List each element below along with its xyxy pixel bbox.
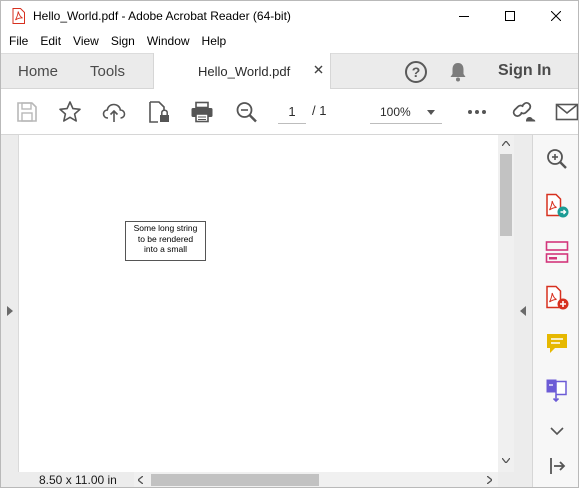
link-icon[interactable] <box>511 100 537 124</box>
close-tab-icon[interactable] <box>314 65 323 74</box>
organize-pages-icon[interactable] <box>544 239 570 265</box>
scroll-down-icon[interactable] <box>502 458 510 463</box>
sign-in-button[interactable]: Sign In <box>498 62 551 80</box>
window-title: Hello_World.pdf - Adobe Acrobat Reader (… <box>33 9 291 23</box>
lock-file-icon[interactable] <box>146 100 172 124</box>
maximize-icon <box>505 11 515 21</box>
page-total: / 1 <box>312 103 327 118</box>
tab-home[interactable]: Home <box>18 54 58 89</box>
zoom-select[interactable]: 100% <box>370 100 442 124</box>
expand-left-panel-icon[interactable] <box>7 306 13 316</box>
printer-icon[interactable] <box>189 100 215 124</box>
zoom-in-icon[interactable] <box>544 146 570 172</box>
document-page[interactable]: Some long string to be rendered into a s… <box>19 135 499 472</box>
horizontal-scrollbar[interactable] <box>134 472 498 487</box>
scroll-left-icon[interactable] <box>138 476 143 484</box>
save-icon[interactable] <box>14 100 40 124</box>
chevron-down-icon[interactable] <box>544 418 570 444</box>
status-bar: 8.50 x 11.00 in <box>1 472 514 487</box>
horizontal-scroll-thumb[interactable] <box>151 474 319 486</box>
sidebar-collapse-icon[interactable] <box>544 453 570 479</box>
minimize-button[interactable] <box>441 1 487 31</box>
vertical-scroll-thumb[interactable] <box>500 154 512 236</box>
acrobat-window: Hello_World.pdf - Adobe Acrobat Reader (… <box>0 0 579 488</box>
menu-sign[interactable]: Sign <box>105 31 141 52</box>
close-icon <box>551 11 561 21</box>
text-line: into a small <box>144 244 187 254</box>
menu-window[interactable]: Window <box>141 31 196 52</box>
vertical-scrollbar[interactable] <box>498 135 514 472</box>
combine-files-icon[interactable] <box>544 377 570 403</box>
maximize-button[interactable] <box>487 1 533 31</box>
more-icon[interactable] <box>464 100 490 124</box>
page-number-input[interactable]: 1 <box>278 100 306 124</box>
menu-view[interactable]: View <box>67 31 105 52</box>
svg-text:?: ? <box>412 64 421 80</box>
minimize-icon <box>459 16 469 17</box>
caret-down-icon <box>427 110 435 115</box>
right-tools-panel <box>532 135 578 487</box>
text-line: to be rendered <box>137 233 194 244</box>
pdf-file-icon <box>12 8 25 24</box>
tab-tools[interactable]: Tools <box>90 54 125 89</box>
page-size-label: 8.50 x 11.00 in <box>39 473 117 487</box>
collapse-right-panel-icon[interactable] <box>520 306 526 316</box>
menu-file[interactable]: File <box>3 31 34 52</box>
menu-help[interactable]: Help <box>196 31 233 52</box>
menu-bar: File Edit View Sign Window Help <box>1 31 578 52</box>
menu-edit[interactable]: Edit <box>34 31 67 52</box>
left-panel-rail <box>1 135 19 472</box>
scroll-right-icon[interactable] <box>487 476 492 484</box>
tab-document[interactable]: Hello_World.pdf <box>153 53 331 90</box>
star-icon[interactable] <box>57 100 83 124</box>
text-line: Some long string <box>133 223 198 233</box>
text-box: Some long string to be rendered into a s… <box>125 221 206 261</box>
bell-icon[interactable] <box>448 61 468 83</box>
help-icon[interactable]: ? <box>404 60 428 84</box>
toolbar: 1 / 1 100% <box>1 89 578 135</box>
mail-icon[interactable] <box>554 100 579 124</box>
tab-bar: Home Tools Hello_World.pdf ? Sign In <box>1 53 578 90</box>
export-pdf-icon[interactable] <box>544 193 570 219</box>
document-tab-label: Hello_World.pdf <box>198 64 291 79</box>
comment-icon[interactable] <box>544 331 570 357</box>
scroll-up-icon[interactable] <box>502 141 510 146</box>
title-bar: Hello_World.pdf - Adobe Acrobat Reader (… <box>1 1 578 31</box>
create-pdf-icon[interactable] <box>544 285 570 311</box>
zoom-value: 100% <box>380 105 411 119</box>
magnifier-icon[interactable] <box>234 100 260 124</box>
close-window-button[interactable] <box>533 1 578 31</box>
right-panel-gutter <box>514 135 532 487</box>
cloud-upload-icon[interactable] <box>101 100 127 124</box>
